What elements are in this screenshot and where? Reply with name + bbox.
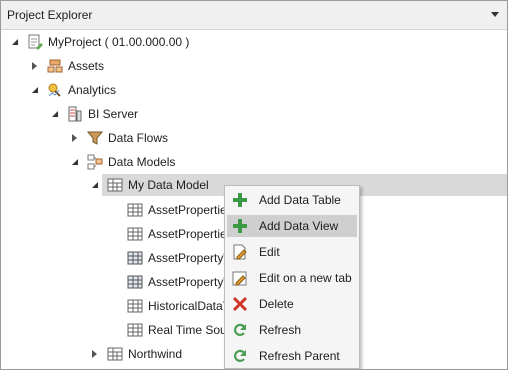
collapse-arrow-icon[interactable] [52, 111, 58, 117]
tree-item-analytics[interactable]: Analytics [1, 79, 507, 101]
tree-item-bi-server[interactable]: BI Server [1, 103, 507, 125]
tree-item-label: AssetPropertie [148, 227, 227, 241]
menu-item-add-data-view[interactable]: Add Data View [227, 215, 357, 237]
edit-new-tab-icon [232, 270, 248, 286]
tree-item-label: Data Models [108, 155, 176, 169]
collapse-arrow-icon[interactable] [92, 182, 98, 188]
collapse-arrow-icon[interactable] [32, 87, 38, 93]
tree-item-label: My Data Model [128, 178, 209, 192]
tree-item-label: HistoricalDataT [148, 299, 231, 313]
table-icon [127, 226, 143, 242]
tree-item-assets[interactable]: Assets [1, 55, 507, 77]
menu-item-label: Refresh [259, 323, 302, 337]
plus-icon [232, 192, 248, 208]
menu-item-edit-new-tab[interactable]: Edit on a new tab [227, 267, 357, 289]
tree-item-label: AssetPropertie [148, 203, 227, 217]
expand-arrow-icon[interactable] [32, 62, 37, 70]
data-model-icon [107, 177, 123, 193]
data-flows-icon [86, 130, 104, 146]
tree-item-data-models[interactable]: Data Models [1, 151, 507, 173]
tree-item-myproject[interactable]: MyProject ( 01.00.000.00 ) [1, 31, 507, 53]
project-icon [27, 34, 43, 50]
menu-item-label: Refresh Parent [259, 349, 340, 363]
data-model-icon [107, 346, 123, 362]
expand-arrow-icon[interactable] [72, 134, 77, 142]
context-menu: Add Data Table Add Data View Edit Edit o… [224, 185, 360, 369]
menu-item-label: Add Data Table [259, 193, 341, 207]
menu-item-label: Add Data View [259, 219, 339, 233]
panel-menu-dropdown-icon[interactable] [491, 12, 499, 17]
view-table-icon [127, 274, 143, 290]
view-table-icon [127, 250, 143, 266]
tree-item-label: AssetPropertyV [148, 275, 232, 289]
tree-item-label: BI Server [88, 107, 139, 121]
analytics-icon [47, 82, 63, 98]
assets-icon [47, 58, 63, 74]
table-icon [127, 202, 143, 218]
refresh-parent-icon [232, 348, 248, 364]
tree-item-label: MyProject ( 01.00.000.00 ) [48, 35, 190, 49]
tree-item-label: AssetPropertyV [148, 251, 232, 265]
project-explorer-panel: Project Explorer MyProject ( 01.00.000.0… [0, 0, 508, 370]
data-models-icon [87, 154, 103, 170]
tree-item-label: Northwind [128, 347, 183, 361]
collapse-arrow-icon[interactable] [12, 39, 18, 45]
menu-item-label: Edit on a new tab [259, 271, 352, 285]
tree-item-label: Data Flows [108, 131, 169, 145]
bi-server-icon [67, 106, 83, 122]
menu-item-label: Delete [259, 297, 294, 311]
panel-header: Project Explorer [1, 1, 507, 30]
menu-item-label: Edit [259, 245, 280, 259]
table-icon [127, 298, 143, 314]
tree-item-label: Analytics [68, 83, 117, 97]
menu-item-delete[interactable]: Delete [227, 293, 357, 315]
menu-item-add-data-table[interactable]: Add Data Table [227, 189, 357, 211]
refresh-icon [232, 322, 248, 338]
menu-item-refresh-parent[interactable]: Refresh Parent [227, 345, 357, 367]
menu-item-refresh[interactable]: Refresh [227, 319, 357, 341]
delete-x-icon [232, 296, 248, 312]
table-icon [127, 322, 143, 338]
collapse-arrow-icon[interactable] [72, 159, 78, 165]
menu-item-edit[interactable]: Edit [227, 241, 357, 263]
tree-item-data-flows[interactable]: Data Flows [1, 127, 507, 149]
tree-item-label: Assets [68, 59, 105, 73]
expand-arrow-icon[interactable] [92, 350, 97, 358]
plus-icon [232, 218, 248, 234]
panel-title: Project Explorer [7, 8, 93, 22]
edit-icon [232, 244, 248, 260]
tree-item-label: Real Time Sour [148, 323, 231, 337]
